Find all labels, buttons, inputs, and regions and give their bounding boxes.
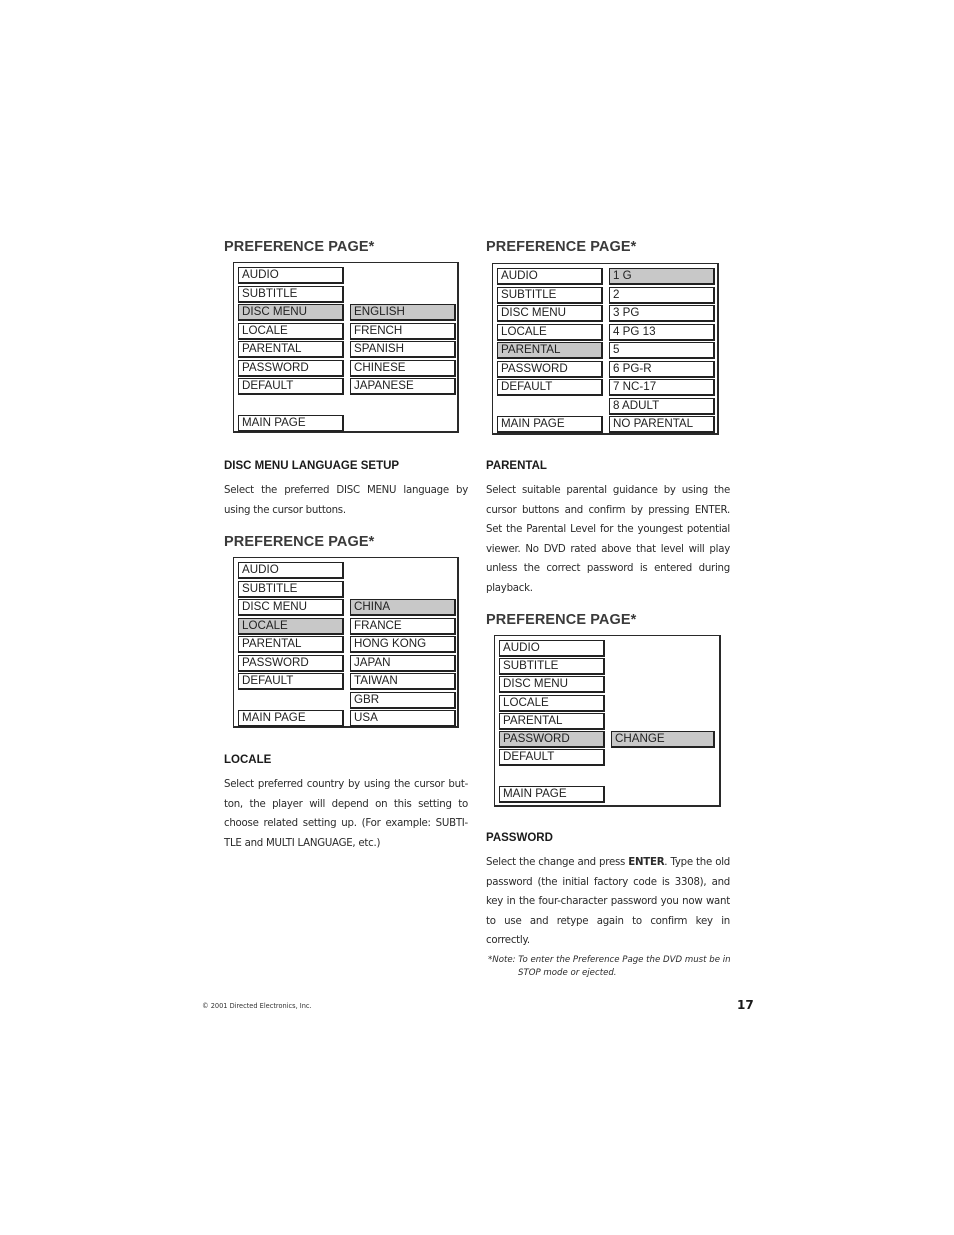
option-item-change[interactable]: CHANGE [611,731,715,748]
option-item-3-pg[interactable]: 3 PG [609,305,715,322]
password-heading: PASSWORD [486,832,553,844]
option-item-japan[interactable]: JAPAN [350,654,456,672]
option-item-spanish[interactable]: SPANISH [350,341,456,358]
menu-item-subtitle[interactable]: SUBTITLE [238,285,344,303]
menu-item-parental[interactable]: PARENTAL [499,712,605,730]
menu-item-parental[interactable]: PARENTAL [238,341,344,358]
menu-item-default[interactable]: DEFAULT [238,673,344,690]
preference-page-panel-parental: AUDIO SUBTITLE DISC MENU LOCALE PARENTAL PASS… [492,263,719,435]
panel-1-title: PREFERENCE PAGE* [224,239,375,255]
footnote-line-2: STOP mode or ejected. [518,968,617,978]
option-item-4-pg-13[interactable]: 4 PG 13 [609,323,715,341]
menu-item-disc-menu[interactable]: DISC MENU [238,304,344,321]
option-item-2[interactable]: 2 [609,286,715,304]
parental-heading: PARENTAL [486,460,547,472]
option-item-hong-kong[interactable]: HONG KONG [350,636,456,653]
preference-page-panel-password: AUDIO SUBTITLE DISC MENU LOCALE PARENTAL PASS… [494,635,721,807]
menu-item-subtitle[interactable]: SUBTITLE [499,658,605,676]
menu-item-audio[interactable]: AUDIO [497,268,603,285]
panel-2-title: PREFERENCE PAGE* [486,239,637,255]
menu-item-audio[interactable]: AUDIO [238,562,344,579]
option-item-8-adult[interactable]: 8 ADULT [609,397,715,415]
page-number: 17 [737,998,754,1012]
menu-item-locale[interactable]: LOCALE [238,322,344,340]
option-item-taiwan[interactable]: TAIWAN [350,673,456,690]
option-item-chinese[interactable]: CHINESE [350,359,456,377]
menu-item-main-page[interactable]: MAIN PAGE [238,710,344,727]
menu-item-password[interactable]: PASSWORD [499,731,605,748]
option-item-1-g[interactable]: 1 G [609,268,715,285]
preference-page-panel-locale: AUDIO SUBTITLE DISC MENU LOCALE PARENTAL PASS… [233,557,459,728]
menu-item-disc-menu[interactable]: DISC MENU [238,599,344,616]
menu-item-disc-menu[interactable]: DISC MENU [497,305,603,322]
menu-item-password[interactable]: PASSWORD [238,359,344,377]
option-item-5[interactable]: 5 [609,342,715,359]
menu-item-parental[interactable]: PARENTAL [497,342,603,359]
panel-4-title: PREFERENCE PAGE* [486,612,637,628]
menu-item-main-page[interactable]: MAIN PAGE [238,415,344,432]
menu-item-password[interactable]: PASSWORD [497,360,603,378]
locale-heading: LOCALE [224,754,272,766]
password-description: Select the change and press ENTER. Type … [486,853,730,951]
menu-item-default[interactable]: DEFAULT [238,378,344,395]
option-item-china[interactable]: CHINA [350,599,456,616]
option-item-usa[interactable]: USA [350,710,456,727]
menu-item-main-page[interactable]: MAIN PAGE [499,785,605,803]
menu-item-audio[interactable]: AUDIO [499,640,605,657]
option-item-6-pg-r[interactable]: 6 PG-R [609,360,715,378]
menu-item-main-page[interactable]: MAIN PAGE [497,416,603,433]
parental-description: Select suitable parental guidance by usi… [486,485,730,594]
menu-item-default[interactable]: DEFAULT [499,749,605,767]
option-item-french[interactable]: FRENCH [350,322,456,340]
menu-item-locale[interactable]: LOCALE [499,694,605,712]
menu-item-default[interactable]: DEFAULT [497,379,603,396]
option-item-7-nc-17[interactable]: 7 NC-17 [609,379,715,396]
menu-item-locale[interactable]: LOCALE [497,323,603,341]
footnote-line-1: *Note: To enter the Preference Page the … [488,955,731,965]
menu-item-parental[interactable]: PARENTAL [238,636,344,653]
menu-item-audio[interactable]: AUDIO [238,267,344,284]
menu-item-subtitle[interactable]: SUBTITLE [497,286,603,304]
enter-keyword: ENTER [628,857,665,868]
disc-menu-description: Select the preferred DISC MENU language … [224,485,468,516]
option-item-gbr[interactable]: GBR [350,691,456,709]
password-text-pre: Select the change and press [486,857,629,868]
preference-page-panel-disc-menu: AUDIO SUBTITLE DISC MENU LOCALE PARENTAL PASS… [233,262,459,433]
locale-description: Select preferred country by using the cu… [224,779,468,849]
option-item-japanese[interactable]: JAPANESE [350,378,456,395]
menu-item-disc-menu[interactable]: DISC MENU [499,676,605,694]
menu-item-subtitle[interactable]: SUBTITLE [238,580,344,598]
option-item-france[interactable]: FRANCE [350,617,456,635]
option-item-english[interactable]: ENGLISH [350,304,456,321]
copyright: © 2001 Directed Electronics, Inc. [202,1002,312,1010]
disc-menu-heading: DISC MENU LANGUAGE SETUP [224,460,400,472]
option-item-no-parental[interactable]: NO PARENTAL [609,416,715,433]
panel-3-title: PREFERENCE PAGE* [224,534,375,550]
password-text-post: . Type the old password (the initial fac… [486,857,730,946]
menu-item-locale[interactable]: LOCALE [238,617,344,635]
menu-item-password[interactable]: PASSWORD [238,654,344,672]
